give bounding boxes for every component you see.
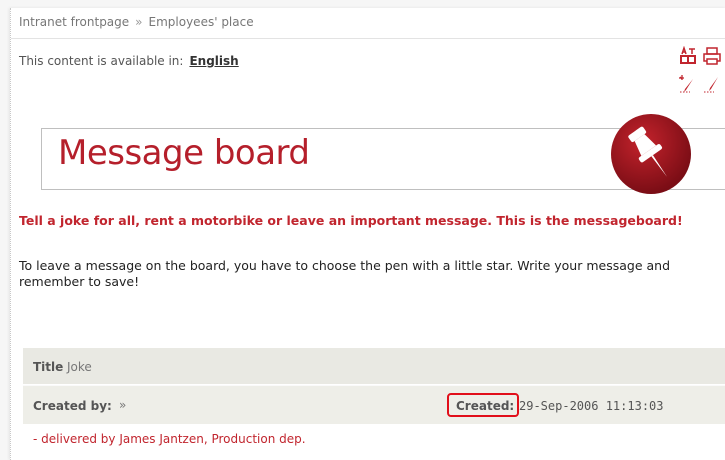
new-item-pen-icon[interactable] [678,74,698,94]
title-value: Joke [67,360,92,374]
lead-text: Tell a joke for all, rent a motorbike or… [19,213,683,228]
created-timestamp: 29-Sep-2006 11:13:03 [519,399,664,413]
delivered-by-text: - delivered by James Jantzen, Production… [33,432,306,446]
breadcrumb-employees-place[interactable]: Employees' place [149,15,254,29]
language-link-english[interactable]: English [189,54,238,68]
content-page: Intranet frontpage » Employees' place This… [10,8,725,460]
pushpin-icon [609,112,693,196]
breadcrumb: Intranet frontpage » Employees' place [19,15,254,29]
edit-pen-icon[interactable] [702,74,722,94]
page-title: Message board [58,133,310,173]
print-icon[interactable] [702,46,722,66]
title-label: Title [33,360,64,374]
divider [11,38,725,39]
instructions-text: To leave a message on the board, you hav… [19,258,671,289]
breadcrumb-intranet-frontpage[interactable]: Intranet frontpage [19,15,129,29]
message-entry: Title Joke Created by: » Created: 29-Sep… [23,348,725,454]
breadcrumb-separator: » [135,15,143,29]
message-meta-row: Created by: » Created: 29-Sep-2006 11:13… [23,385,725,424]
created-by-link[interactable]: » [119,398,126,412]
language-prefix: This content is available in: [19,54,184,68]
created-label: Created: [456,399,515,413]
created-by-label: Created by: [33,399,112,413]
translate-icon[interactable] [678,45,698,66]
message-body-row: - delivered by James Jantzen, Production… [23,424,725,454]
language-selector: This content is available in: English [19,54,239,68]
message-title-row: Title Joke [23,348,725,385]
